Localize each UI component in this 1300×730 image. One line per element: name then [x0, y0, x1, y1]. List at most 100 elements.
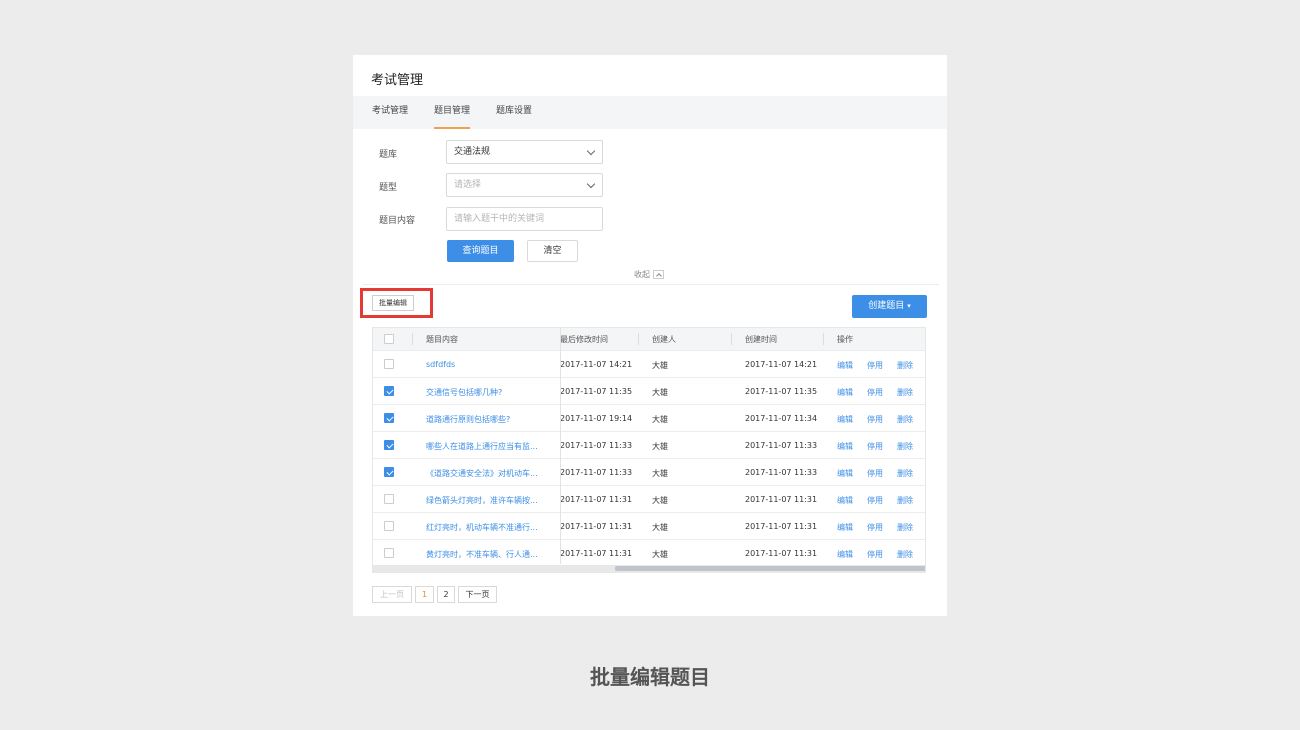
divider: [363, 284, 939, 285]
row-checkbox[interactable]: [384, 359, 394, 369]
row-checkbox[interactable]: [384, 386, 394, 396]
question-content-link[interactable]: 道路通行原则包括哪些?: [426, 414, 510, 425]
query-button[interactable]: 查询题目: [447, 240, 514, 262]
tab-bar: 考试管理 题目管理 题库设置: [353, 96, 947, 129]
question-content-link[interactable]: 黄灯亮时，不准车辆、行人通...: [426, 549, 538, 560]
table-row: 绿色箭头灯亮时，准许车辆按... 2017-11-07 11:31 大雄 201…: [373, 485, 925, 512]
edit-link[interactable]: 编辑: [837, 522, 853, 533]
modified-time: 2017-11-07 11:35: [560, 387, 633, 396]
content-search-input[interactable]: 请输入题干中的关键词: [446, 207, 603, 231]
edit-link[interactable]: 编辑: [837, 387, 853, 398]
column-separator: [823, 333, 824, 345]
type-select[interactable]: 请选择: [446, 173, 603, 197]
row-checkbox[interactable]: [384, 521, 394, 531]
edit-link[interactable]: 编辑: [837, 414, 853, 425]
column-header-actions: 操作: [837, 335, 853, 344]
modified-time: 2017-11-07 11:31: [560, 495, 633, 504]
created-time: 2017-11-07 11:31: [745, 522, 818, 531]
column-header-modified: 最后修改时间: [560, 335, 608, 344]
disable-link[interactable]: 停用: [867, 387, 883, 398]
disable-link[interactable]: 停用: [867, 549, 883, 560]
table-row: 道路通行原则包括哪些? 2017-11-07 19:14 大雄 2017-11-…: [373, 404, 925, 431]
disable-link[interactable]: 停用: [867, 468, 883, 479]
tab-question-management[interactable]: 题目管理: [434, 96, 471, 129]
table-header: 题目内容 最后修改时间 创建人 创建时间 操作: [373, 328, 925, 350]
prev-page-button[interactable]: 上一页: [372, 586, 412, 603]
row-checkbox[interactable]: [384, 494, 394, 504]
question-content-link[interactable]: 《道路交通安全法》对机动车...: [426, 468, 538, 479]
select-all-checkbox[interactable]: [384, 334, 394, 344]
delete-link[interactable]: 删除: [897, 468, 913, 479]
bank-select-value: 交通法规: [454, 147, 491, 157]
question-content-link[interactable]: 哪些人在道路上通行应当有监...: [426, 441, 538, 452]
row-checkbox[interactable]: [384, 467, 394, 477]
creator: 大雄: [652, 523, 668, 532]
created-time: 2017-11-07 11:34: [745, 414, 818, 423]
question-content-link[interactable]: 红灯亮时，机动车辆不准通行...: [426, 522, 538, 533]
delete-link[interactable]: 删除: [897, 549, 913, 560]
delete-link[interactable]: 删除: [897, 495, 913, 506]
table-row: 《道路交通安全法》对机动车... 2017-11-07 11:33 大雄 201…: [373, 458, 925, 485]
row-checkbox[interactable]: [384, 440, 394, 450]
bank-select[interactable]: 交通法规: [446, 140, 603, 164]
column-header-creator: 创建人: [652, 335, 676, 344]
page-2-button[interactable]: 2: [437, 586, 455, 603]
content-search-placeholder: 请输入题干中的关键词: [454, 214, 545, 224]
creator: 大雄: [652, 469, 668, 478]
question-content-link[interactable]: sdfdfds: [426, 360, 455, 369]
batch-edit-button[interactable]: 批量编辑: [372, 295, 414, 311]
disable-link[interactable]: 停用: [867, 360, 883, 371]
creator: 大雄: [652, 550, 668, 559]
next-page-button[interactable]: 下一页: [458, 586, 497, 603]
page-1-button[interactable]: 1: [415, 586, 434, 603]
edit-link[interactable]: 编辑: [837, 495, 853, 506]
creator: 大雄: [652, 442, 668, 451]
create-question-button[interactable]: 创建题目 ▾: [852, 295, 927, 318]
delete-link[interactable]: 删除: [897, 387, 913, 398]
column-separator: [412, 333, 413, 345]
edit-link[interactable]: 编辑: [837, 549, 853, 560]
disable-link[interactable]: 停用: [867, 441, 883, 452]
question-table: 题目内容 最后修改时间 创建人 创建时间 操作 sdfdfds 2017-11-…: [372, 327, 926, 573]
disable-link[interactable]: 停用: [867, 495, 883, 506]
delete-link[interactable]: 删除: [897, 441, 913, 452]
created-time: 2017-11-07 11:35: [745, 387, 818, 396]
frozen-column-divider: [560, 328, 561, 564]
caption: 批量编辑题目: [590, 665, 710, 689]
disable-link[interactable]: 停用: [867, 414, 883, 425]
collapse-label: 收起: [634, 270, 650, 279]
tab-question-bank-settings[interactable]: 题库设置: [496, 96, 532, 129]
question-content-link[interactable]: 绿色箭头灯亮时，准许车辆按...: [426, 495, 538, 506]
creator: 大雄: [652, 496, 668, 505]
create-question-label: 创建题目: [868, 301, 905, 311]
delete-link[interactable]: 删除: [897, 414, 913, 425]
bank-label: 题库: [379, 150, 398, 160]
table-row: 黄灯亮时，不准车辆、行人通... 2017-11-07 11:31 大雄 201…: [373, 539, 925, 566]
tab-exam-management[interactable]: 考试管理: [372, 96, 408, 129]
modified-time: 2017-11-07 11:33: [560, 441, 633, 450]
type-label: 题型: [379, 183, 398, 193]
chevron-down-icon: [586, 179, 596, 189]
table-row: 红灯亮时，机动车辆不准通行... 2017-11-07 11:31 大雄 201…: [373, 512, 925, 539]
question-content-link[interactable]: 交通信号包括哪几种?: [426, 387, 502, 398]
modified-time: 2017-11-07 14:21: [560, 360, 633, 369]
created-time: 2017-11-07 11:31: [745, 549, 818, 558]
modified-time: 2017-11-07 11:31: [560, 549, 633, 558]
edit-link[interactable]: 编辑: [837, 441, 853, 452]
edit-link[interactable]: 编辑: [837, 468, 853, 479]
table-row: 哪些人在道路上通行应当有监... 2017-11-07 11:33 大雄 201…: [373, 431, 925, 458]
edit-link[interactable]: 编辑: [837, 360, 853, 371]
creator: 大雄: [652, 388, 668, 397]
row-checkbox[interactable]: [384, 548, 394, 558]
clear-button[interactable]: 清空: [527, 240, 578, 262]
delete-link[interactable]: 删除: [897, 360, 913, 371]
row-checkbox[interactable]: [384, 413, 394, 423]
page-title: 考试管理: [371, 73, 424, 88]
disable-link[interactable]: 停用: [867, 522, 883, 533]
modified-time: 2017-11-07 11:33: [560, 468, 633, 477]
collapse-toggle[interactable]: 收起: [634, 269, 664, 280]
exam-management-panel: 考试管理 考试管理 题目管理 题库设置 题库 交通法规 题型 请选择 题目内容 …: [353, 55, 947, 616]
column-separator: [638, 333, 639, 345]
scrollbar-thumb[interactable]: [615, 566, 925, 571]
delete-link[interactable]: 删除: [897, 522, 913, 533]
